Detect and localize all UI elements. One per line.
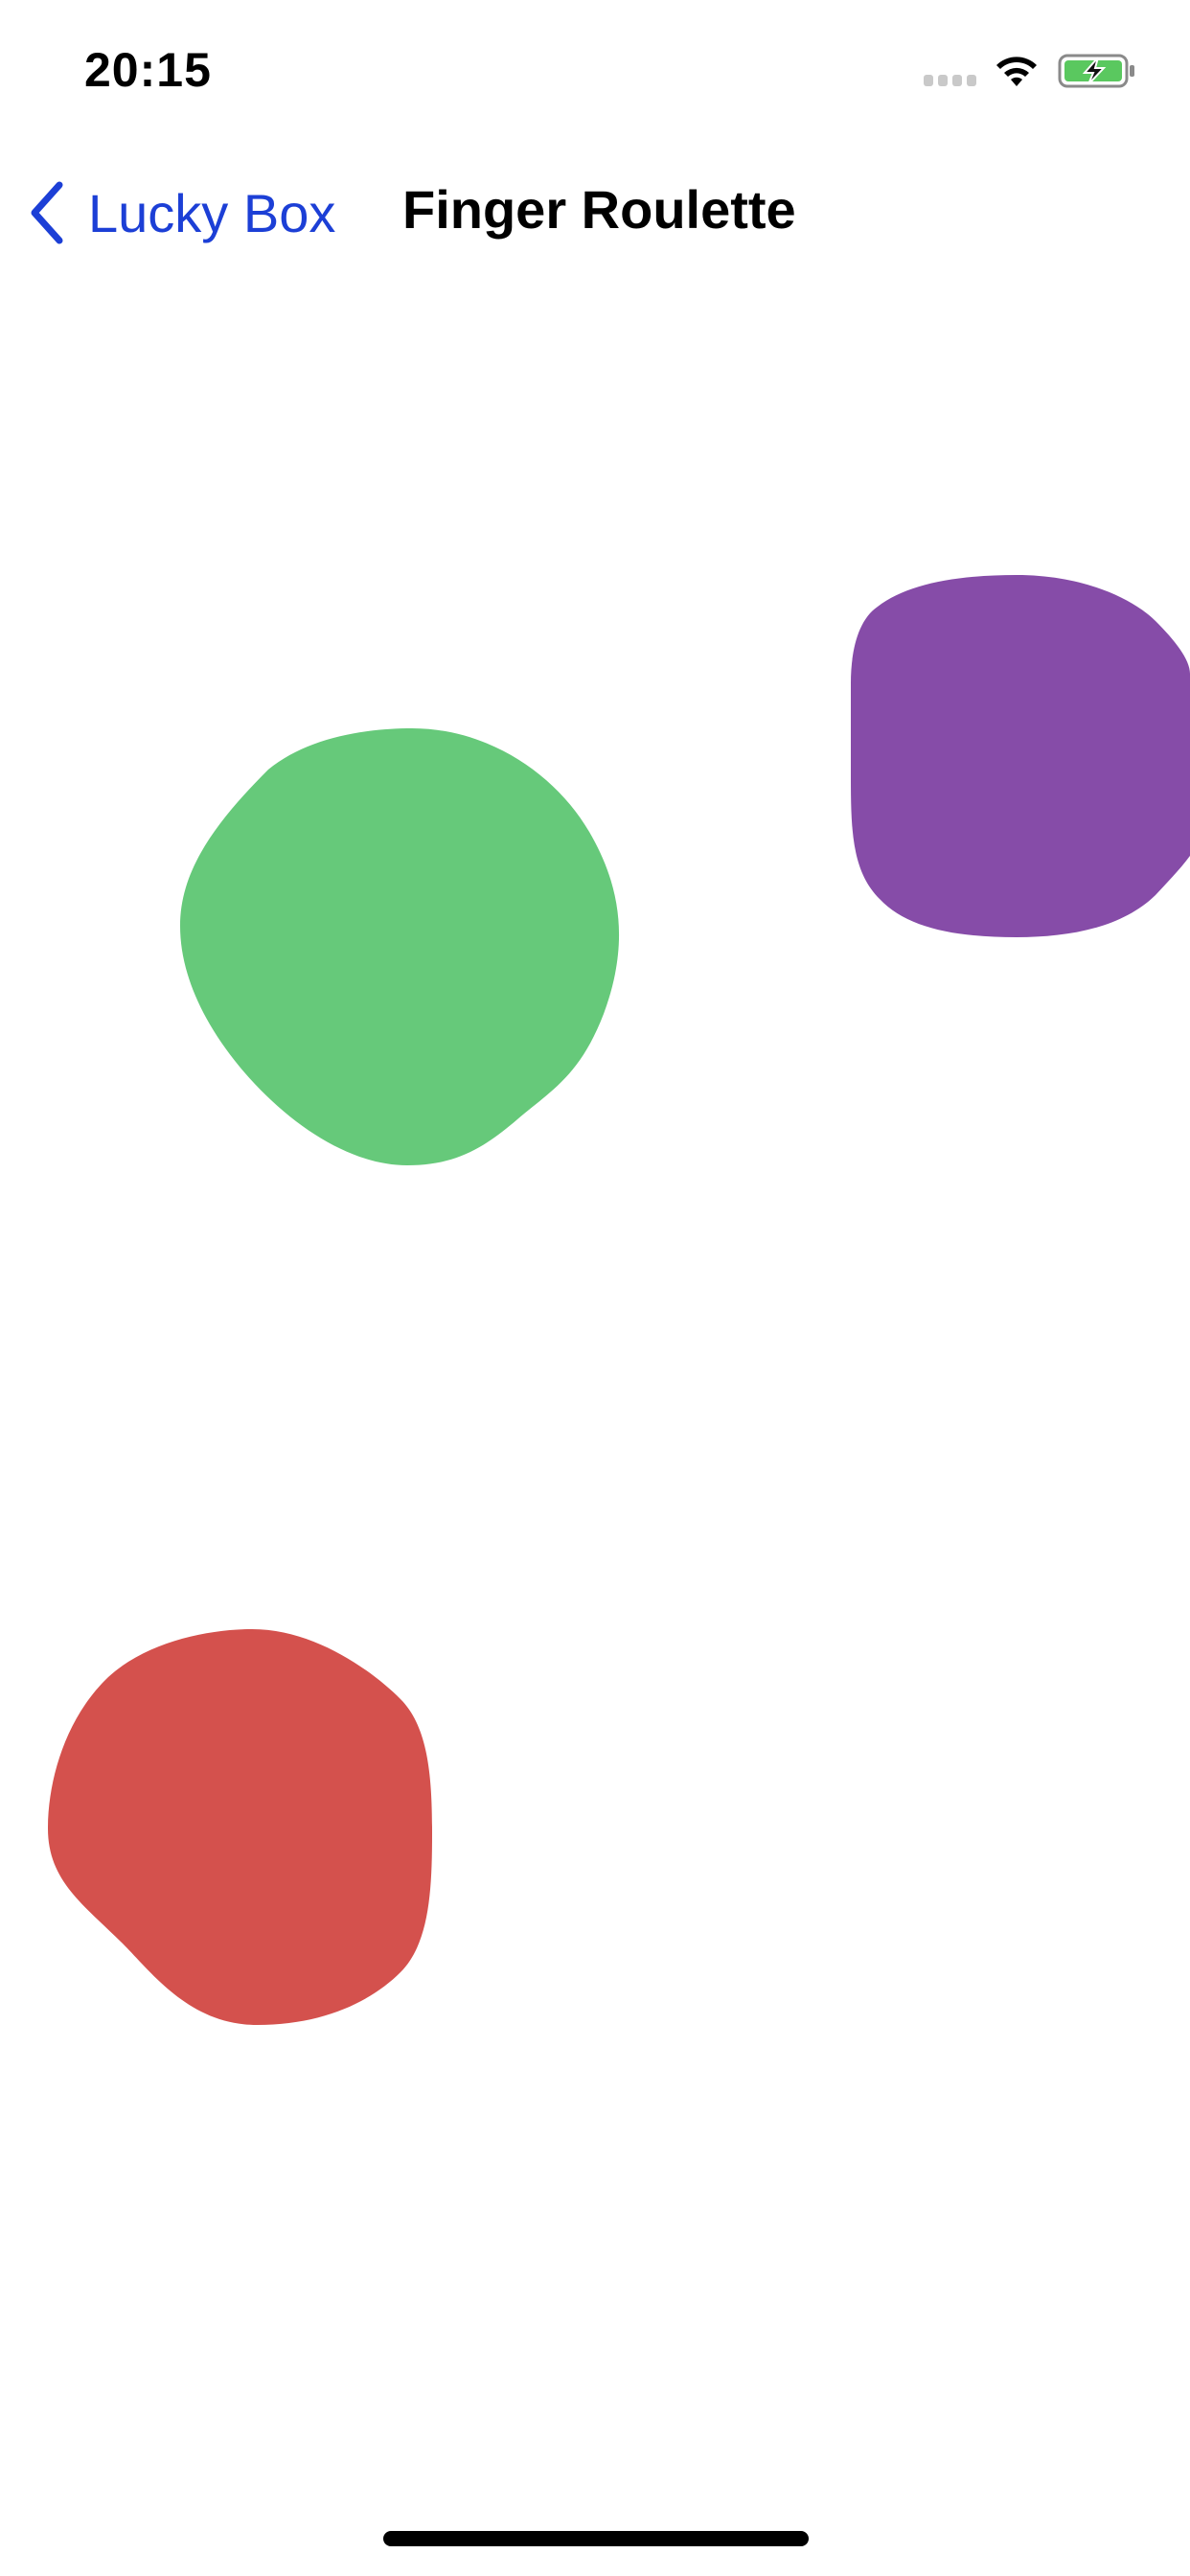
page-title: Finger Roulette	[402, 179, 796, 240]
status-icons	[924, 50, 1144, 98]
purple-touch-blob	[851, 575, 1190, 937]
wifi-icon	[996, 57, 1037, 86]
status-time: 20:15	[84, 43, 212, 97]
chevron-left-icon	[31, 181, 63, 244]
battery-charging-icon	[1058, 54, 1134, 88]
green-touch-blob	[180, 728, 620, 1165]
back-button-label: Lucky Box	[88, 182, 336, 243]
status-bar: 20:15	[0, 0, 1190, 144]
red-touch-blob	[48, 1629, 432, 2025]
back-button[interactable]: Lucky Box	[25, 174, 335, 251]
signal-icon	[924, 75, 976, 86]
home-indicator[interactable]	[383, 2531, 809, 2546]
navigation-bar: Lucky Box Finger Roulette	[0, 153, 1190, 268]
touch-canvas[interactable]	[0, 268, 1190, 2501]
